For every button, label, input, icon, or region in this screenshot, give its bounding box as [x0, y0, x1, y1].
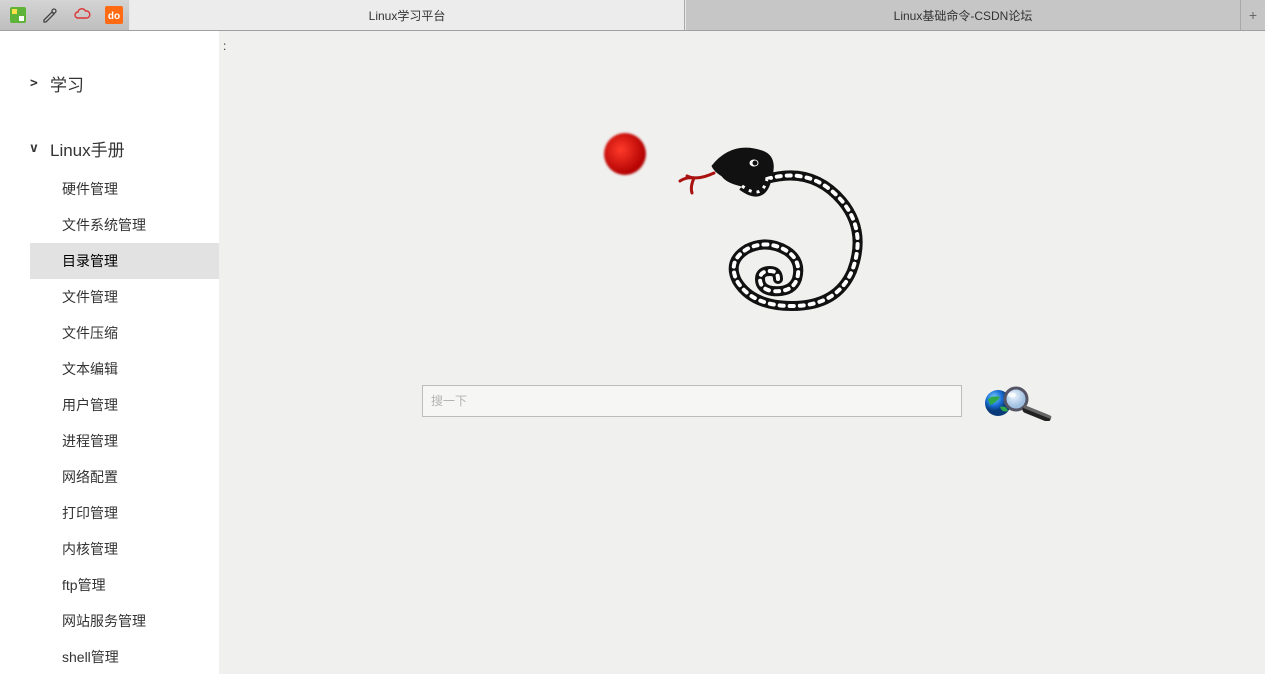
nav-item-label: 文件压缩: [62, 325, 118, 341]
titlebar-icons: do: [0, 0, 129, 30]
nav-item-label: 网站服务管理: [62, 613, 146, 629]
nav-item-label: 目录管理: [62, 253, 118, 269]
cloud-icon[interactable]: [67, 1, 97, 29]
nav-item-label: 进程管理: [62, 433, 118, 449]
edit-icon[interactable]: [35, 1, 65, 29]
globe-magnifier-icon: [978, 381, 1062, 421]
do-icon[interactable]: do: [99, 1, 129, 29]
nav-item-shell[interactable]: shell管理: [30, 639, 219, 674]
nav-item-label: 文件系统管理: [62, 217, 146, 233]
app-icon[interactable]: [3, 1, 33, 29]
corner-marker: :: [223, 39, 226, 53]
browser-tabs: Linux学习平台 Linux基础命令-CSDN论坛: [129, 0, 1241, 30]
workspace: > 学习 v Linux手册 硬件管理 文件系统管理 目录管理 文件管理 文件压…: [0, 31, 1265, 674]
sidebar-nav: > 学习 v Linux手册 硬件管理 文件系统管理 目录管理 文件管理 文件压…: [0, 31, 219, 674]
nav-children: 硬件管理 文件系统管理 目录管理 文件管理 文件压缩 文本编辑 用户管理 进程管…: [0, 171, 219, 674]
nav-item-label: 用户管理: [62, 397, 118, 413]
nav-group-study: > 学习: [0, 61, 219, 106]
nav-head-linux-manual[interactable]: v Linux手册: [0, 126, 219, 171]
nav-title: 学习: [50, 71, 84, 96]
nav-item-website[interactable]: 网站服务管理: [30, 603, 219, 639]
nav-item-label: 内核管理: [62, 541, 118, 557]
nav-item-file[interactable]: 文件管理: [30, 279, 219, 315]
nav-item-label: 打印管理: [62, 505, 118, 521]
nav-item-label: 网络配置: [62, 469, 118, 485]
tab-csdn-forum[interactable]: Linux基础命令-CSDN论坛: [685, 0, 1241, 30]
nav-item-directory[interactable]: 目录管理: [30, 243, 219, 279]
tab-linux-platform[interactable]: Linux学习平台: [129, 0, 685, 30]
search-button[interactable]: [978, 381, 1062, 421]
nav-item-compress[interactable]: 文件压缩: [30, 315, 219, 351]
main-content: :: [219, 31, 1265, 674]
nav-item-filesystem[interactable]: 文件系统管理: [30, 207, 219, 243]
logo-area: [219, 131, 1265, 321]
red-dot-icon: [604, 133, 646, 175]
search-row: [219, 381, 1265, 421]
nav-item-label: ftp管理: [62, 577, 106, 593]
chevron-right-icon: >: [30, 76, 50, 91]
nav-item-process[interactable]: 进程管理: [30, 423, 219, 459]
nav-item-label: 文件管理: [62, 289, 118, 305]
nav-item-kernel[interactable]: 内核管理: [30, 531, 219, 567]
nav-title: Linux手册: [50, 136, 125, 161]
nav-item-ftp[interactable]: ftp管理: [30, 567, 219, 603]
svg-text:do: do: [108, 11, 120, 22]
tab-label: Linux基础命令-CSDN论坛: [894, 7, 1033, 24]
search-input[interactable]: [422, 385, 962, 417]
chevron-down-icon: v: [30, 141, 50, 156]
tab-label: Linux学习平台: [369, 7, 446, 24]
new-tab-button[interactable]: +: [1241, 0, 1265, 30]
nav-head-study[interactable]: > 学习: [0, 61, 219, 106]
nav-item-user[interactable]: 用户管理: [30, 387, 219, 423]
nav-group-linux-manual: v Linux手册 硬件管理 文件系统管理 目录管理 文件管理 文件压缩 文本编…: [0, 126, 219, 674]
nav-item-print[interactable]: 打印管理: [30, 495, 219, 531]
titlebar: do Linux学习平台 Linux基础命令-CSDN论坛 +: [0, 0, 1265, 31]
nav-item-hardware[interactable]: 硬件管理: [30, 171, 219, 207]
nav-item-label: 文本编辑: [62, 361, 118, 377]
nav-item-text-edit[interactable]: 文本编辑: [30, 351, 219, 387]
snake-logo: [602, 131, 882, 321]
sidebar[interactable]: > 学习 v Linux手册 硬件管理 文件系统管理 目录管理 文件管理 文件压…: [0, 31, 219, 674]
nav-item-label: 硬件管理: [62, 181, 118, 197]
nav-item-label: shell管理: [62, 649, 119, 665]
nav-item-network[interactable]: 网络配置: [30, 459, 219, 495]
